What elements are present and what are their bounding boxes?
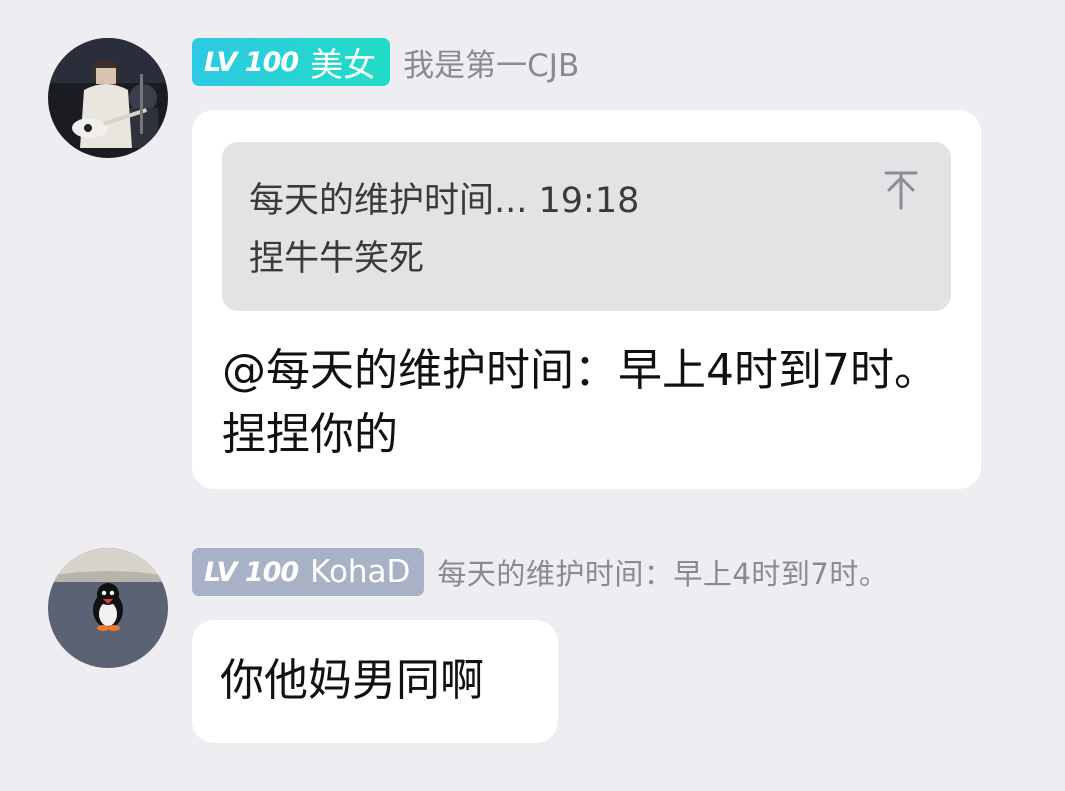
sender-name: KohaD [310,554,411,590]
quote-header: 每天的维护时间... 19:18 [249,181,640,221]
avatar-penguin-photo-icon [48,548,168,668]
message-bubble[interactable]: 你他妈男同啊 [192,620,558,743]
chat-view: LV 100 美女 我是第一CJB 每天的维护时间... 19:18 捏牛牛笑死… [0,0,1065,791]
sender-title: 每天的维护时间：早上4时到7时。 [437,557,889,591]
level-label: LV 100 [204,556,299,588]
message-text: 你他妈男同啊 [220,655,484,706]
level-badge[interactable]: LV 100 美女 [192,38,391,86]
sender-name: 美女 [310,45,377,84]
scroll-to-original-icon[interactable] [881,168,921,212]
avatar[interactable] [48,548,168,668]
quote-body: 捏牛牛笑死 [249,239,425,279]
level-badge[interactable]: LV 100 KohaD [192,548,425,596]
avatar-guitarist-photo-icon [48,38,168,158]
sender-header: LV 100 KohaD 每天的维护时间：早上4时到7时。 [192,548,888,596]
level-label: LV 100 [204,46,299,78]
avatar[interactable] [48,38,168,158]
reply-quote[interactable]: 每天的维护时间... 19:18 捏牛牛笑死 [222,142,951,311]
sender-title: 我是第一CJB [403,47,580,84]
message-text: @每天的维护时间：早上4时到7时。 捏捏你的 [222,345,938,460]
sender-header: LV 100 美女 我是第一CJB [192,38,579,86]
message-bubble[interactable]: 每天的维护时间... 19:18 捏牛牛笑死 @每天的维护时间：早上4时到7时。… [192,110,981,489]
